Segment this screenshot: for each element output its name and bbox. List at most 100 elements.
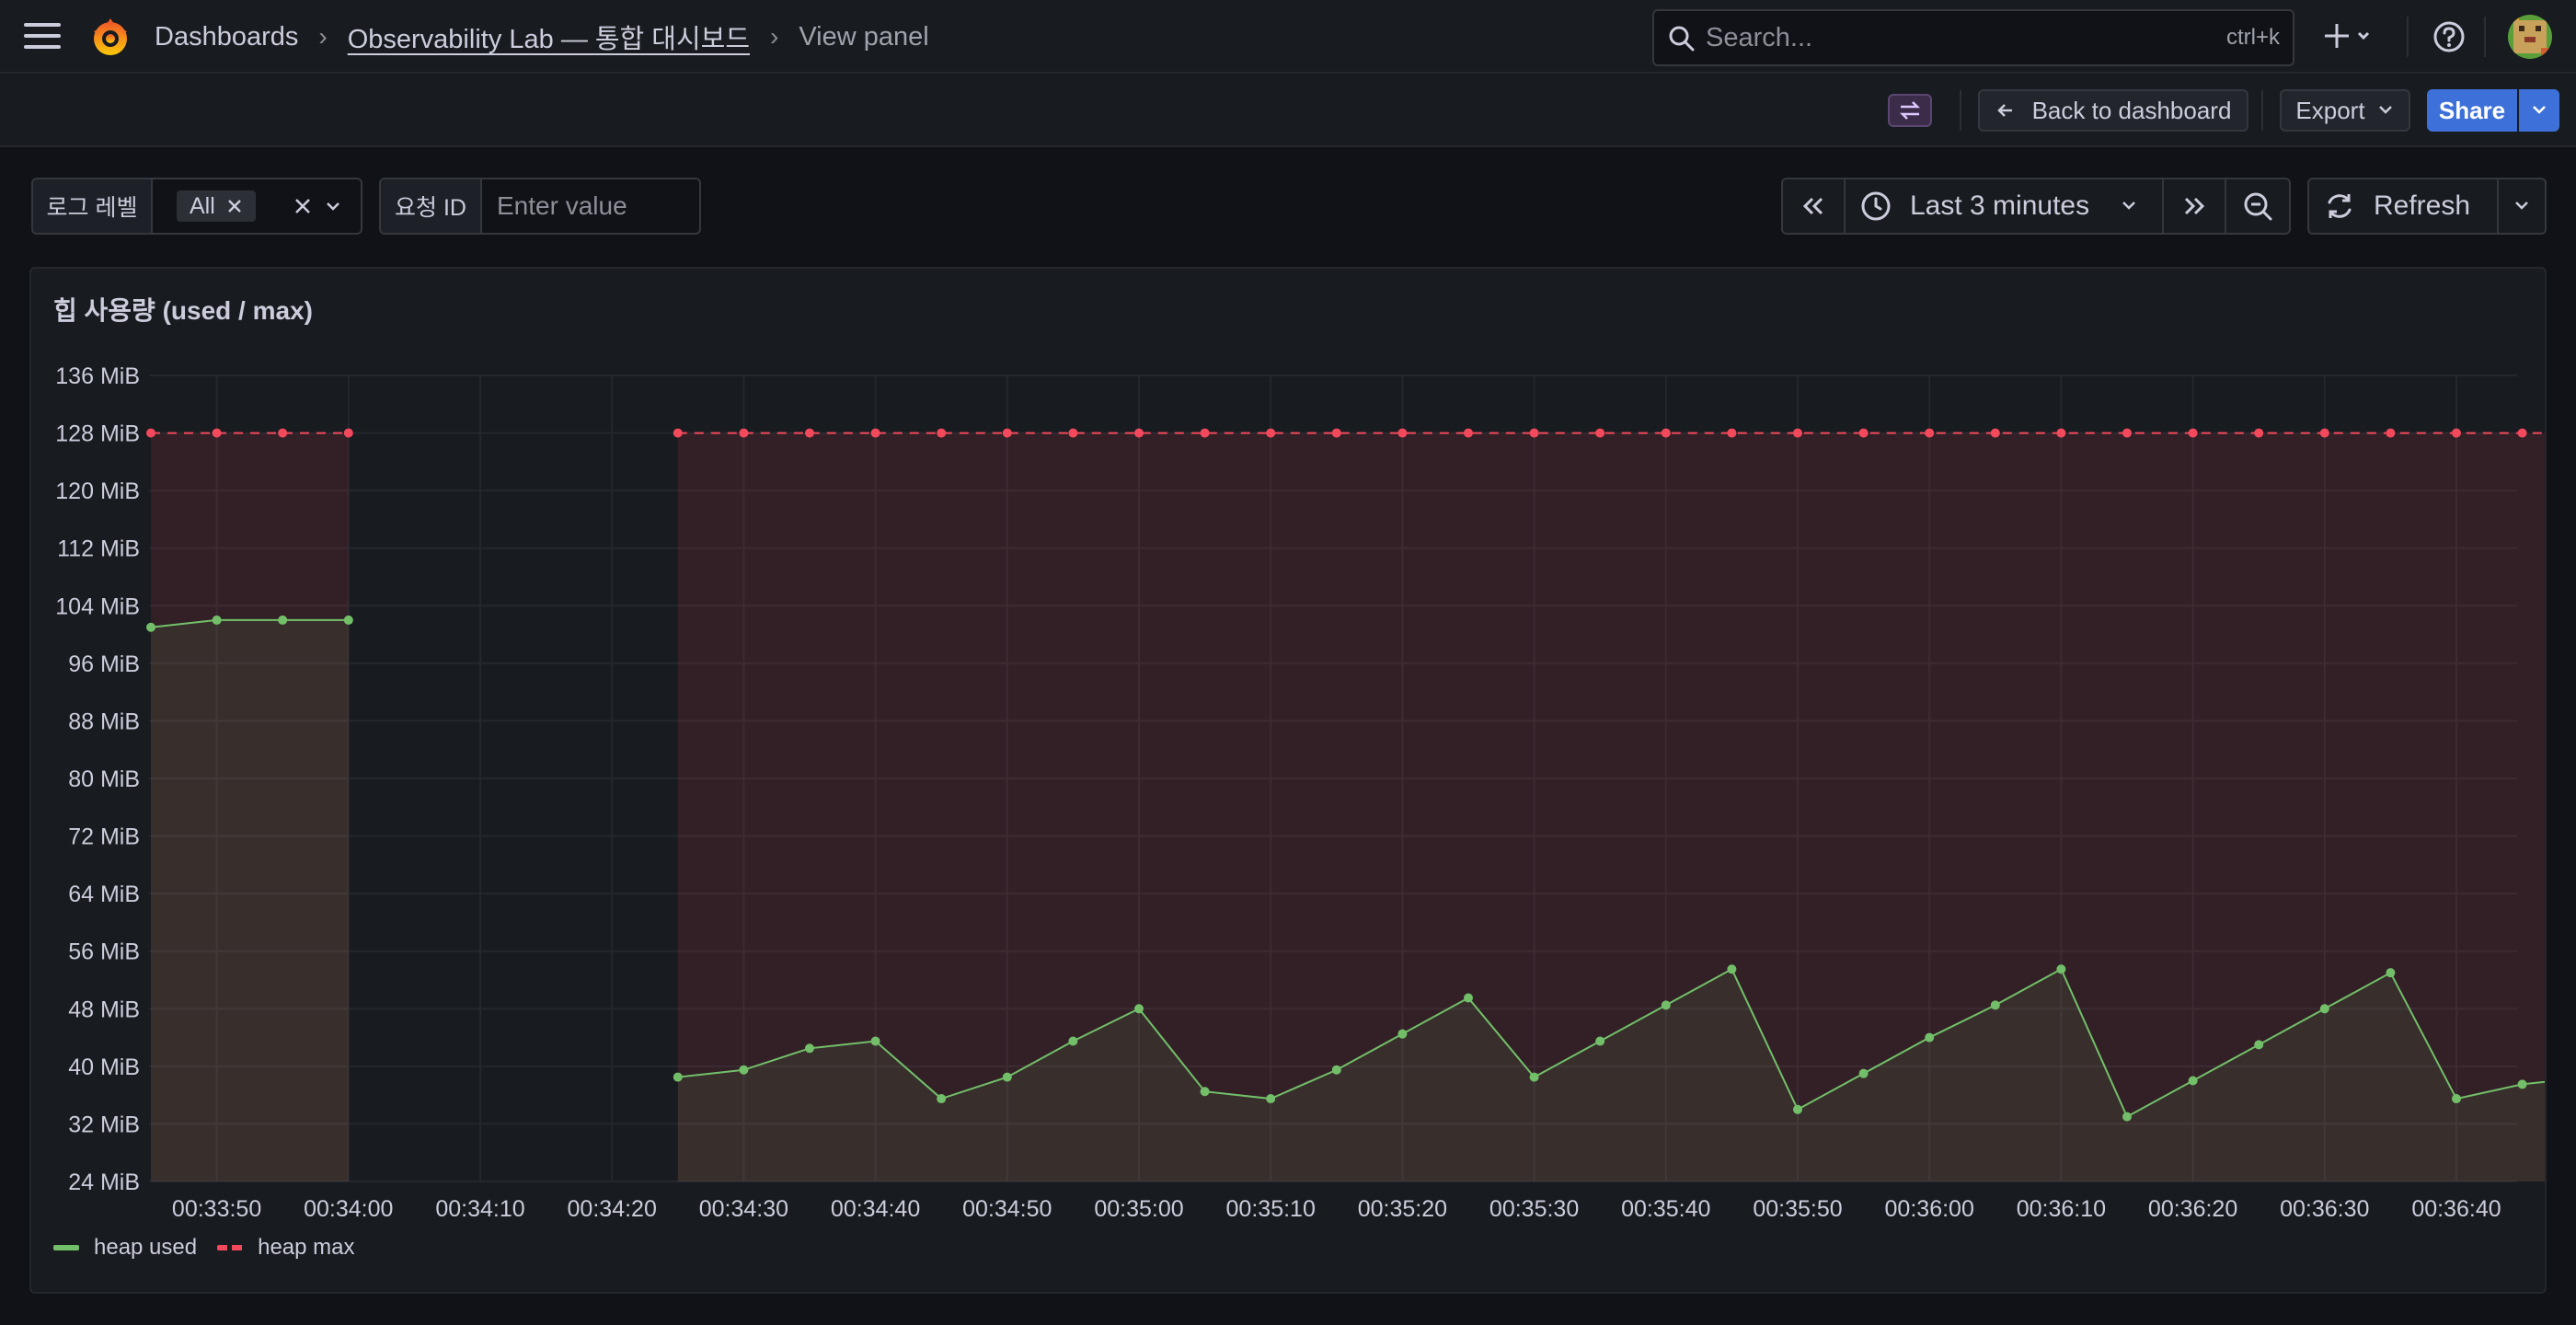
refresh-interval-button[interactable] [2497,178,2547,235]
x-tick-label: 00:34:00 [304,1196,393,1222]
divider [2407,17,2409,57]
time-shift-back-button[interactable] [1781,178,1846,235]
y-tick-label: 32 MiB [68,1112,140,1137]
y-tick-label: 56 MiB [68,939,140,965]
data-point [1793,1104,1802,1114]
share-button[interactable]: Share [2427,89,2517,132]
share-options-button[interactable] [2519,89,2559,132]
data-point [1529,1072,1539,1082]
y-tick-label: 72 MiB [68,824,140,850]
data-point [2517,428,2527,438]
x-tick-label: 00:35:20 [1358,1196,1447,1222]
data-point [1266,428,1276,438]
y-tick-label: 136 MiB [55,363,140,389]
data-point [805,1043,814,1054]
panel: 힙 사용량 (used / max) 136 MiB 128 MiB 120 MiB… [29,267,2547,1294]
zoom-out-button[interactable] [2225,178,2291,235]
time-range-label: Last 3 minutes [1910,190,2090,221]
data-point [739,428,749,438]
data-point [1925,1032,1935,1043]
arrow-left-icon [1996,104,2012,117]
data-point [212,615,222,625]
help-icon[interactable] [2432,20,2466,53]
divider [2484,17,2486,57]
x-tick-label: 00:35:40 [1621,1196,1710,1222]
panel-toolbar: Back to dashboard Export Share [0,74,2576,147]
time-series-chart[interactable]: 136 MiB 128 MiB 120 MiB 112 MiB 104 MiB 96 Mi… [31,269,2545,1292]
chevron-right-icon: › [318,22,328,51]
x-tick-label: 00:35:00 [1094,1196,1183,1222]
chevron-down-icon [2515,202,2528,210]
avatar[interactable] [2508,15,2552,59]
y-tick-label: 120 MiB [55,478,140,504]
data-point [2056,964,2066,974]
x-tick-label: 00:36:00 [1885,1196,1974,1222]
search-icon [1669,26,1695,52]
data-point [2517,1079,2527,1089]
legend-item-heap-used[interactable]: heap used [53,1235,197,1261]
grafana-logo-icon[interactable] [88,15,132,59]
share-label: Share [2438,96,2506,124]
request-id-input[interactable]: Enter value [480,178,701,235]
back-to-dashboard-button[interactable]: Back to dashboard [1978,89,2248,132]
log-level-select[interactable]: All [151,178,362,235]
data-point [1727,428,1737,438]
data-point [2319,1004,2329,1014]
time-shift-forward-button[interactable] [2162,178,2226,235]
data-point [2452,428,2461,438]
clear-icon[interactable] [293,196,313,216]
legend: heap used heap max [53,1235,375,1261]
x-tick-label: 00:34:20 [568,1196,657,1222]
legend-swatch [53,1245,79,1250]
clock-icon [1861,191,1891,221]
data-point [937,428,947,438]
data-point [1002,1072,1012,1082]
breadcrumb-dashboard-title[interactable]: Observability Lab — 통합 대시보드 [348,17,750,56]
data-point [1595,428,1605,438]
chevron-down-icon [2122,202,2135,210]
y-tick-label: 88 MiB [68,709,140,734]
breadcrumb-current: View panel [799,21,929,52]
log-level-chip[interactable]: All [177,190,256,222]
toggle-view-button[interactable] [1888,94,1932,127]
time-range-picker[interactable]: Last 3 minutes [1844,178,2164,235]
search-shortcut: ctrl+k [2225,25,2280,50]
legend-item-heap-max[interactable]: heap max [217,1235,355,1261]
x-tick-label: 00:34:30 [699,1196,788,1222]
data-point [1727,964,1737,974]
y-tick-label: 96 MiB [68,651,140,677]
data-point [1595,1036,1605,1046]
chevron-down-icon[interactable] [324,201,342,213]
breadcrumb-dashboards[interactable]: Dashboards [155,22,298,52]
data-point [673,428,683,438]
data-point [1397,428,1408,438]
export-button[interactable]: Export [2280,89,2410,132]
y-tick-label: 64 MiB [68,881,140,907]
data-point [2319,428,2329,438]
data-point [343,615,353,625]
data-point [870,428,880,438]
chevron-right-icon: › [770,22,779,51]
data-point [1464,993,1473,1003]
data-point [1134,428,1144,438]
data-point [805,428,814,438]
data-point [343,428,353,438]
data-point [1925,428,1935,438]
close-icon[interactable] [226,198,243,214]
series-area-heap-used [151,619,349,1181]
menu-icon[interactable] [24,23,61,51]
data-point [1200,1087,1210,1097]
data-point [1134,1004,1144,1014]
log-level-label: 로그 레벨 [31,178,153,235]
y-tick-label: 48 MiB [68,997,140,1022]
chip-label: All [190,192,215,219]
x-tick-label: 00:34:10 [435,1196,524,1222]
search-placeholder: Search... [1706,22,1813,52]
refresh-button[interactable]: Refresh [2307,178,2499,235]
top-bar: Dashboards › Observability Lab — 통합 대시보드… [0,0,2576,74]
plus-icon[interactable] [2322,17,2377,57]
search-input[interactable]: Search... ctrl+k [1652,9,2294,66]
refresh-icon [2328,194,2352,218]
x-tick-label: 00:34:40 [831,1196,920,1222]
data-point [1068,428,1078,438]
